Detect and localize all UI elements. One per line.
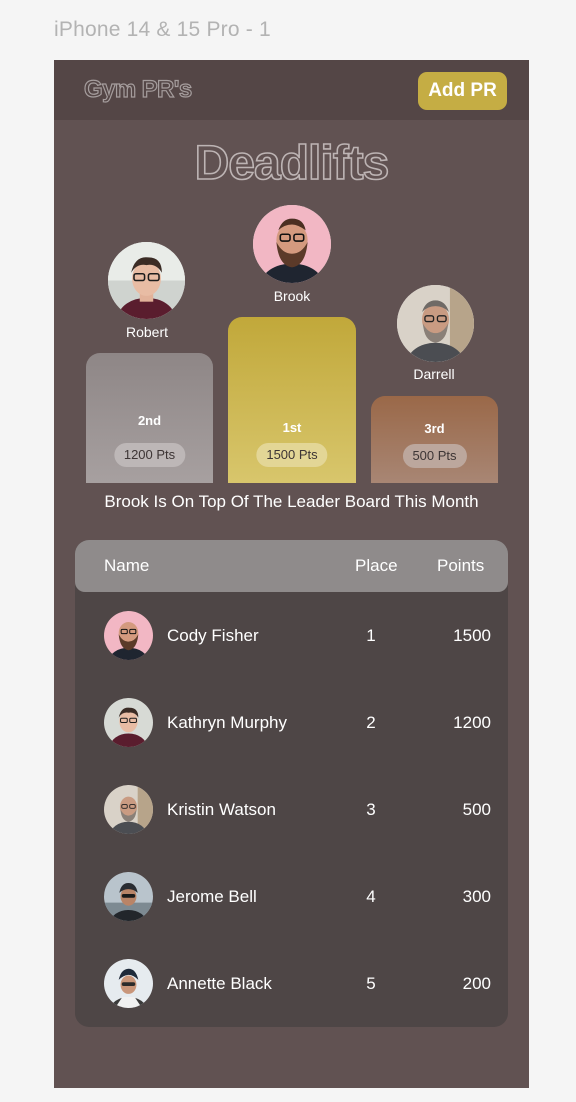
podium-avatar-first[interactable] xyxy=(253,205,331,283)
table-row[interactable]: Annette Black 5 200 xyxy=(75,948,508,1027)
row-place: 3 xyxy=(366,800,376,819)
row-points: 1500 xyxy=(453,626,491,645)
row-avatar xyxy=(104,872,153,921)
row-avatar xyxy=(104,959,153,1008)
row-name: Annette Black xyxy=(167,974,272,993)
table-row[interactable]: Jerome Bell 4 300 xyxy=(75,861,508,948)
person-photo-icon xyxy=(104,872,153,921)
podium-name-first: Brook xyxy=(273,288,311,304)
podium-name-third: Darrell xyxy=(413,366,455,382)
podium-first-place: 1st 1500 Pts xyxy=(228,317,356,483)
row-name: Kathryn Murphy xyxy=(167,713,287,732)
table-row[interactable]: Kathryn Murphy 2 1200 xyxy=(75,687,508,774)
podium-points-badge: 1500 Pts xyxy=(256,443,328,467)
page-title: Deadlifts xyxy=(194,136,390,191)
row-points: 1200 xyxy=(453,713,491,732)
podium-name-second: Robert xyxy=(125,324,169,340)
podium-second-place: 2nd 1200 Pts xyxy=(86,353,213,483)
row-avatar xyxy=(104,785,153,834)
row-place: 4 xyxy=(366,887,376,906)
row-avatar xyxy=(104,611,153,660)
podium-rank-label: 3rd xyxy=(424,421,445,436)
row-points: 200 xyxy=(462,974,491,993)
person-photo-icon xyxy=(108,242,185,319)
podium-points-badge: 1200 Pts xyxy=(113,443,186,467)
phone-screen: Gym PR's Add PR Deadlifts Robert Brook D… xyxy=(54,60,529,1088)
podium-rank-label: 2nd xyxy=(137,413,162,428)
person-photo-icon xyxy=(104,785,153,834)
podium-points-badge: 500 Pts xyxy=(402,444,467,468)
person-photo-icon xyxy=(104,959,153,1008)
leaderboard-table: Name Place Points Cody Fisher 1 1500 Kat… xyxy=(75,540,508,1027)
row-place: 1 xyxy=(366,626,376,645)
row-name: Kristin Watson xyxy=(167,800,276,819)
row-points: 300 xyxy=(462,887,491,906)
podium-third-place: 3rd 500 Pts xyxy=(371,396,498,483)
app-logo: Gym PR's xyxy=(83,75,192,103)
podium-avatar-second[interactable] xyxy=(108,242,185,319)
table-header: Name Place Points xyxy=(75,540,508,592)
top-bar: Gym PR's Add PR xyxy=(54,60,529,120)
row-name: Cody Fisher xyxy=(167,626,259,645)
person-photo-icon xyxy=(397,285,474,362)
column-header-name[interactable]: Name xyxy=(104,556,149,576)
column-header-points[interactable]: Points xyxy=(437,556,484,576)
row-place: 2 xyxy=(366,713,376,732)
podium-rank-label: 1st xyxy=(282,420,302,435)
leaderboard-tagline: Brook Is On Top Of The Leader Board This… xyxy=(104,492,479,511)
row-name: Jerome Bell xyxy=(167,887,257,906)
row-avatar xyxy=(104,698,153,747)
table-row[interactable]: Kristin Watson 3 500 xyxy=(75,774,508,861)
column-header-place[interactable]: Place xyxy=(355,556,398,576)
podium-avatar-third[interactable] xyxy=(397,285,474,362)
row-place: 5 xyxy=(366,974,376,993)
person-photo-icon xyxy=(104,698,153,747)
frame-label: iPhone 14 & 15 Pro - 1 xyxy=(54,18,271,41)
row-points: 500 xyxy=(462,800,491,819)
person-photo-icon xyxy=(104,611,153,660)
person-photo-icon xyxy=(253,205,331,283)
table-row[interactable]: Cody Fisher 1 1500 xyxy=(75,600,508,687)
add-pr-button[interactable]: Add PR xyxy=(418,72,507,110)
